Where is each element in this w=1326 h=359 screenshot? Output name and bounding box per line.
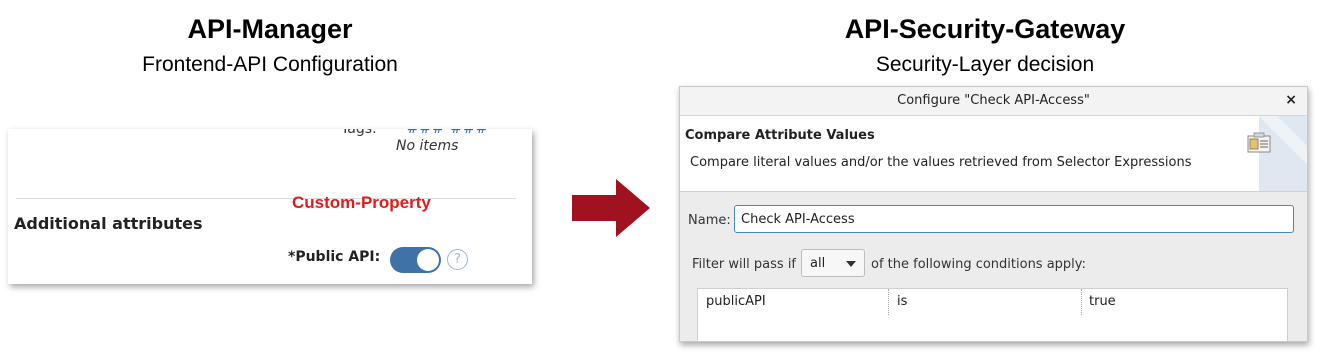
attribute-compare-icon [1247,132,1271,153]
condition-attribute: publicAPI [706,294,766,309]
filter-prefix-text: Filter will pass if [692,257,797,272]
close-icon[interactable]: × [1285,92,1297,108]
section-divider [16,198,516,199]
tags-row: Tags: ### ### [341,129,489,137]
filter-mode-select[interactable]: all [801,249,865,277]
api-manager-panel: Tags: ### ### No items Custom-Property Ad… [8,129,532,284]
configure-dialog: Configure "Check API-Access" × Compare A… [679,86,1308,342]
security-gateway-subtitle: Security-Layer decision [875,53,1095,76]
dropdown-chevron-icon [846,261,856,267]
custom-property-annotation: Custom-Property [292,193,431,212]
dialog-titlebar: Configure "Check API-Access" × [680,87,1307,116]
dialog-header-description: Compare literal values and/or the values… [690,155,1192,170]
dialog-title: Configure "Check API-Access" [897,93,1090,108]
name-field[interactable] [734,205,1294,233]
arrow-right-icon [572,179,650,237]
help-circle-icon[interactable]: ? [447,249,468,270]
no-items-text: No items [396,138,459,154]
public-api-label: *Public API: [288,249,381,265]
api-manager-title: API-Manager [187,14,353,44]
additional-attributes-heading: Additional attributes [14,214,203,233]
security-gateway-title: API-Security-Gateway [844,14,1126,44]
column-separator [888,289,889,315]
dialog-header: Compare Attribute Values Compare literal… [680,116,1307,192]
dialog-header-title: Compare Attribute Values [685,128,875,143]
filter-mode-value: all [810,256,826,271]
condition-operator: is [897,294,908,309]
condition-value: true [1089,294,1116,309]
column-separator [1081,289,1082,315]
tags-link[interactable]: ### ### [407,129,489,137]
conditions-table: publicAPI is true [697,288,1288,341]
public-api-toggle[interactable] [390,247,441,273]
filter-suffix-text: of the following conditions apply: [871,257,1086,272]
api-manager-subtitle: Frontend-API Configuration [142,53,398,76]
toggle-knob [417,249,439,271]
tags-label: Tags: [341,129,377,137]
name-label: Name: [688,213,731,228]
